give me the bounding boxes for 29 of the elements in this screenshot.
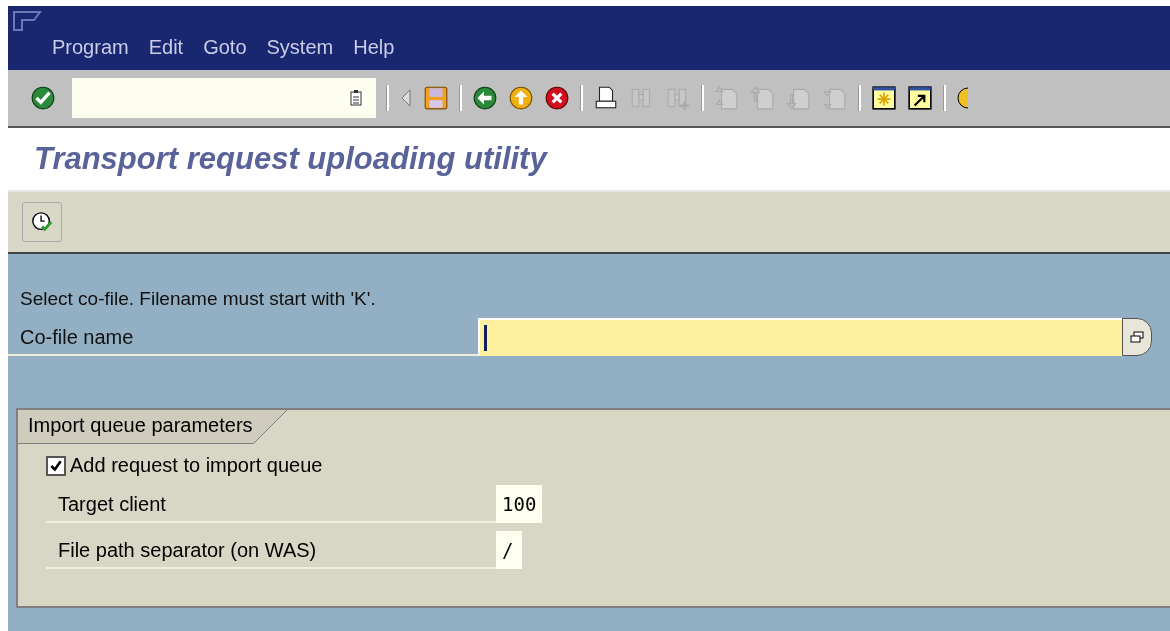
checkbox[interactable] [46, 455, 66, 476]
menu-item[interactable]: Program [52, 36, 129, 59]
input-field[interactable]: 100 [496, 485, 543, 523]
command-field[interactable] [72, 78, 376, 118]
help-icon[interactable] [956, 85, 968, 111]
checkbox-label: Add request to import queue [70, 454, 323, 477]
menu-item[interactable]: System [266, 36, 334, 59]
field-label: File path separator (on WAS) [46, 531, 496, 569]
execute-button[interactable] [22, 202, 62, 242]
cofile-name-field[interactable] [478, 318, 1122, 356]
shortcut-window-icon[interactable] [907, 85, 933, 111]
field-label: Co-file name [8, 318, 478, 356]
menu-item[interactable]: Goto [203, 36, 247, 59]
input-field[interactable]: / [496, 531, 522, 569]
new-window-icon[interactable] [871, 85, 897, 111]
save-icon[interactable] [423, 85, 449, 111]
window-menu-icon[interactable] [12, 10, 42, 32]
menu-item[interactable]: Edit [148, 36, 184, 59]
menu-item[interactable]: Help [353, 36, 395, 59]
value-help-button[interactable] [1122, 318, 1152, 356]
print-icon[interactable] [593, 85, 619, 111]
instruction-text: Select co-file. Filename must start with 'K'. [20, 288, 377, 310]
screen-title: Transport request uploading utility [34, 141, 547, 177]
enter-check-icon[interactable] [30, 85, 56, 111]
clipboard-icon[interactable] [350, 90, 362, 106]
clock-check-icon [31, 211, 53, 233]
cancel-icon[interactable] [544, 85, 570, 111]
windows-icon [1130, 331, 1144, 343]
field-label: Target client [46, 485, 496, 523]
